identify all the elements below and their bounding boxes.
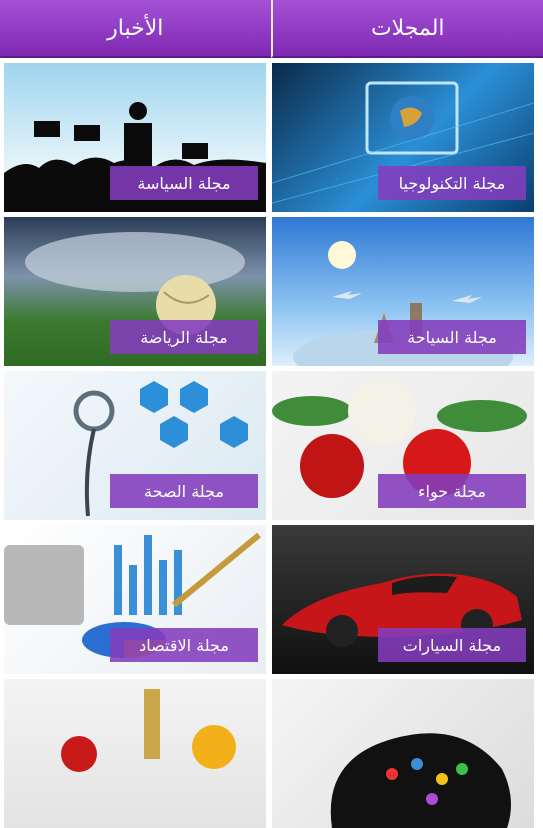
tab-bar: الأخبار المجلات [0,0,543,58]
tab-news[interactable]: الأخبار [0,0,271,58]
card-economy-label: مجلة الاقتصاد [110,628,258,662]
card-brain[interactable] [272,679,534,828]
card-tourism[interactable]: مجلة السياحة [272,217,534,366]
card-politics[interactable]: مجلة السياسة [4,63,266,212]
card-technology-label: مجلة التكنولوجيا [378,166,526,200]
card-eve-label: مجلة حواء [378,474,526,508]
card-food[interactable] [4,679,266,828]
card-sports[interactable]: مجلة الرياضة [4,217,266,366]
card-eve[interactable]: مجلة حواء [272,371,534,520]
card-health[interactable]: مجلة الصحة [4,371,266,520]
card-cars-label: مجلة السيارات [378,628,526,662]
card-politics-label: مجلة السياسة [110,166,258,200]
card-health-label: مجلة الصحة [110,474,258,508]
card-technology[interactable]: مجلة التكنولوجيا [272,63,534,212]
tab-magazines[interactable]: المجلات [271,0,543,58]
card-tourism-label: مجلة السياحة [378,320,526,354]
card-sports-label: مجلة الرياضة [110,320,258,354]
card-cars[interactable]: مجلة السيارات [272,525,534,674]
card-economy[interactable]: مجلة الاقتصاد [4,525,266,674]
brain-image [272,679,534,828]
food-image [4,679,266,828]
